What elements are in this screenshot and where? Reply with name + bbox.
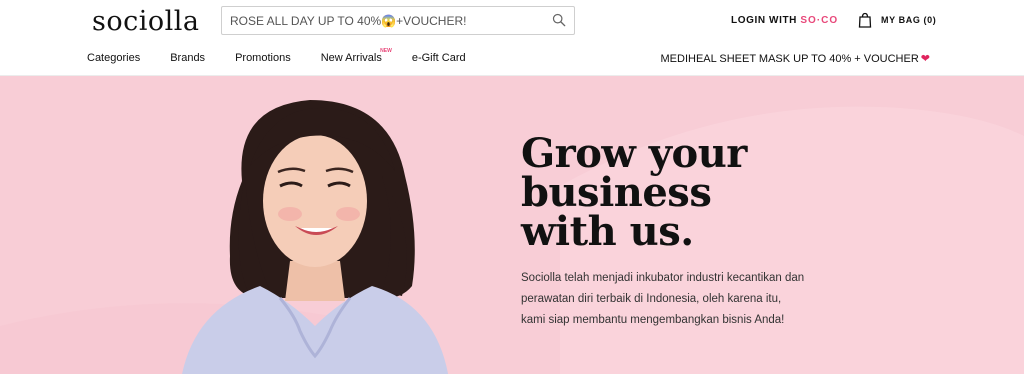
- promo-banner-link[interactable]: MEDIHEAL SHEET MASK UP TO 40% + VOUCHER …: [660, 52, 931, 66]
- nav-categories[interactable]: Categories: [87, 52, 140, 64]
- nav-brands[interactable]: Brands: [170, 52, 205, 64]
- sociolla-logo[interactable]: sociolla: [92, 6, 200, 37]
- hero-desc-line: Sociolla telah menjadi inkubator industr…: [521, 272, 805, 284]
- nav-new-arrivals[interactable]: New Arrivals NEW: [320, 48, 392, 64]
- hero-title: Grow your business with us.: [521, 130, 747, 255]
- search-input[interactable]: [230, 7, 540, 34]
- soco-brand: SO·CO: [800, 15, 839, 26]
- nav-egift-card[interactable]: e-Gift Card: [412, 52, 466, 64]
- shopping-bag-icon: [858, 12, 872, 28]
- nav-promotions[interactable]: Promotions: [235, 52, 291, 64]
- main-nav: Categories Brands Promotions New Arrival…: [87, 48, 496, 64]
- search-bar[interactable]: [221, 6, 575, 35]
- hero-desc-line: perawatan diri terbaik di Indonesia, ole…: [521, 293, 782, 305]
- nav-new-arrivals-label: New Arrivals: [320, 52, 382, 64]
- my-bag-label: MY BAG (0): [881, 15, 937, 25]
- hero-model-image: [182, 100, 449, 374]
- login-with-soco-link[interactable]: LOGIN WITH SO·CO: [731, 15, 838, 26]
- hero-title-line: Grow your: [521, 130, 747, 177]
- my-bag-button[interactable]: MY BAG (0): [857, 12, 936, 28]
- login-label: LOGIN WITH: [731, 15, 801, 26]
- heart-icon: ❤: [920, 53, 930, 65]
- site-header: sociolla LOGIN WITH SO·CO MY BAG (0) Cat…: [0, 0, 1024, 76]
- hero-title-line: with us.: [521, 208, 694, 255]
- hero-description: Sociolla telah menjadi inkubator industr…: [521, 268, 804, 331]
- hero-banner: Grow your business with us. Sociolla tel…: [0, 76, 1024, 374]
- hero-title-line: business: [521, 169, 712, 216]
- search-icon[interactable]: [552, 13, 566, 27]
- new-badge: NEW: [380, 48, 392, 54]
- promo-text: MEDIHEAL SHEET MASK UP TO 40% + VOUCHER: [660, 52, 919, 65]
- hero-desc-line: kami siap membantu mengembangkan bisnis …: [521, 314, 785, 326]
